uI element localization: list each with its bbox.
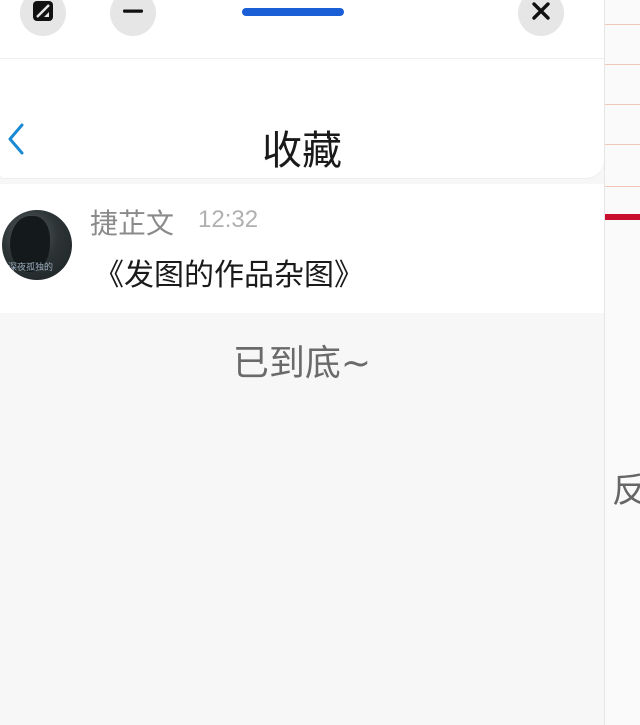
background-text: 反: [612, 471, 640, 511]
expand-icon: [32, 0, 54, 26]
background-red-stripe: [604, 214, 640, 220]
avatar[interactable]: 深夜孤独的: [2, 210, 72, 280]
page-title: 收藏: [262, 128, 342, 174]
minus-icon: [122, 0, 144, 26]
fullscreen-button[interactable]: [20, 0, 66, 36]
background-divider: [604, 186, 640, 187]
end-of-list-label: 已到底~: [232, 343, 372, 384]
avatar-caption: 深夜孤独的: [8, 263, 54, 273]
favorite-item[interactable]: 深夜孤独的 捷芷文 12:32 《发图的作品杂图》: [0, 184, 604, 313]
close-icon: [530, 0, 552, 26]
timestamp: 12:32: [198, 206, 259, 233]
drag-handle[interactable]: [242, 8, 344, 16]
minimize-button[interactable]: [110, 0, 156, 36]
window-top-bar: [0, 0, 604, 59]
sender-name: 捷芷文: [90, 207, 175, 240]
page-header: 收藏: [0, 59, 604, 178]
background-divider: [604, 24, 640, 25]
background-divider: [604, 144, 640, 145]
favorites-panel: 收藏 深夜孤独的 捷芷文 12:32 《发图的作品杂图》 已到底~: [0, 0, 605, 725]
close-button[interactable]: [518, 0, 564, 36]
background-divider: [604, 64, 640, 65]
background-page: [604, 0, 640, 725]
message-text: 《发图的作品杂图》: [94, 258, 364, 293]
background-divider: [604, 104, 640, 105]
